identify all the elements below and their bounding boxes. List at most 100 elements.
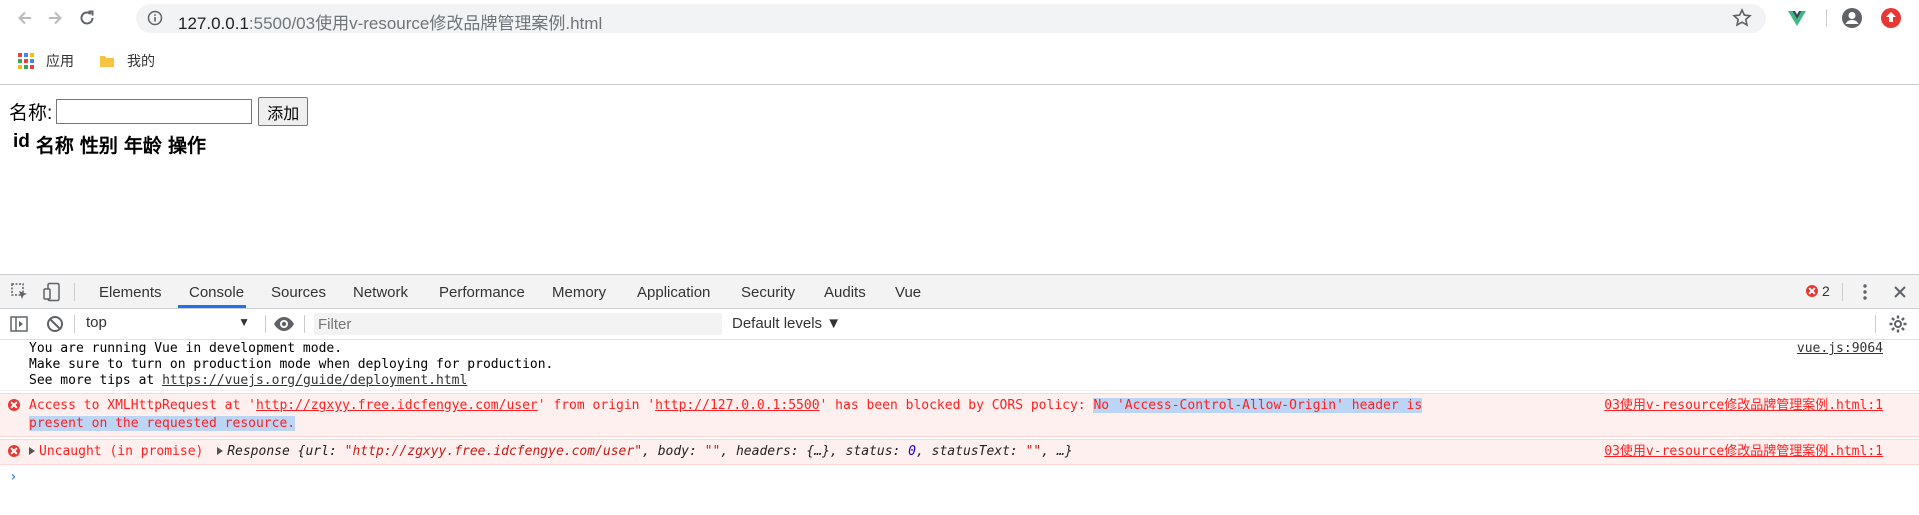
forward-arrow-icon xyxy=(49,11,62,25)
tab-performance[interactable]: Performance xyxy=(439,284,525,301)
tab-elements[interactable]: Elements xyxy=(99,284,162,301)
url-host: 127.0.0.1 xyxy=(178,14,249,33)
context-select[interactable]: top ▼ xyxy=(86,314,250,334)
cors-error-line-2: present on the requested resource. xyxy=(29,415,296,433)
response-status-value: 0 xyxy=(908,444,916,459)
source-link-cors[interactable]: 03使用v-resource修改品牌管理案例.html:1 xyxy=(1604,397,1883,415)
log-line-3: See more tips at https://vuejs.org/guide… xyxy=(29,372,467,390)
cors-text-2: ' from origin ' xyxy=(537,398,656,413)
cors-error-line-1: Access to XMLHttpRequest at 'http://zgxy… xyxy=(29,397,1423,415)
vue-devtools-extension-icon[interactable] xyxy=(1786,7,1808,29)
console-error-uncaught: Uncaught (in promise) Response {url: "ht… xyxy=(0,439,1919,465)
bookmark-apps-label: 应用 xyxy=(46,53,74,69)
info-icon[interactable] xyxy=(147,10,163,26)
live-expression-eye-icon[interactable] xyxy=(273,314,295,334)
forward-button[interactable] xyxy=(44,7,66,29)
console-settings-gear-icon[interactable] xyxy=(1888,314,1908,334)
response-label: Response xyxy=(227,444,298,459)
name-label: 名称: xyxy=(9,103,53,124)
source-link-vue[interactable]: vue.js:9064 xyxy=(1797,340,1883,358)
uncaught-error-line: Uncaught (in promise) Response {url: "ht… xyxy=(29,443,1073,461)
add-button[interactable]: 添加 xyxy=(258,97,309,126)
console-prompt[interactable]: › xyxy=(9,469,1919,485)
filter-input[interactable] xyxy=(314,313,722,335)
add-form: 名称: 添加 xyxy=(9,97,309,126)
response-body-value: "" xyxy=(704,444,721,459)
tab-memory[interactable]: Memory xyxy=(552,284,606,301)
bookmark-folder-mine[interactable]: 我的 xyxy=(99,51,155,71)
inspect-element-icon[interactable] xyxy=(10,282,30,302)
account-avatar-icon[interactable] xyxy=(1841,7,1863,29)
tab-security[interactable]: Security xyxy=(741,284,795,301)
bookmarks-bar: 应用 我的 xyxy=(0,45,1919,79)
log-line-3-prefix: See more tips at xyxy=(29,373,163,388)
cors-selected-text-1: No 'Access-Control-Allow-Origin' header … xyxy=(1093,398,1423,413)
reload-icon xyxy=(80,10,94,25)
more-options-icon[interactable] xyxy=(1855,282,1875,302)
update-icon[interactable] xyxy=(1880,7,1902,29)
error-icon xyxy=(8,445,20,457)
tab-application[interactable]: Application xyxy=(637,284,710,301)
bookmark-star-icon[interactable] xyxy=(1732,8,1752,28)
console-messages: You are running Vue in development mode.… xyxy=(0,340,1919,485)
response-headers: , headers: {…}, status: xyxy=(720,444,909,459)
error-icon xyxy=(8,399,20,411)
context-value: top xyxy=(86,314,107,331)
chevron-down-icon: ▼ xyxy=(238,315,250,329)
address-bar[interactable]: 127.0.0.1:5500/03使用v-resource修改品牌管理案例.ht… xyxy=(136,4,1766,33)
error-icon xyxy=(1806,285,1818,297)
header-gender: 性别 xyxy=(79,136,118,157)
header-actions: 操作 xyxy=(167,136,206,157)
device-toolbar-icon[interactable] xyxy=(42,282,62,302)
response-body-key: , body: xyxy=(642,444,705,459)
header-name: 名称 xyxy=(35,136,74,157)
back-arrow-icon xyxy=(18,11,31,25)
url-text[interactable]: 127.0.0.1:5500/03使用v-resource修改品牌管理案例.ht… xyxy=(178,9,602,34)
tab-audits[interactable]: Audits xyxy=(824,284,866,301)
name-input[interactable] xyxy=(56,99,253,124)
devtools-panel: Elements Console Sources Network Perform… xyxy=(0,274,1919,515)
show-sidebar-icon[interactable] xyxy=(9,314,29,334)
clear-console-icon[interactable] xyxy=(45,314,65,334)
console-error-cors: Access to XMLHttpRequest at 'http://zgxy… xyxy=(0,393,1919,437)
table-header: id 名称 性别 年龄 操作 xyxy=(13,131,206,158)
error-count-value: 2 xyxy=(1822,283,1830,299)
response-close: , …} xyxy=(1041,444,1073,459)
response-object[interactable]: Response {url: "http://zgxyy.free.idcfen… xyxy=(227,444,1072,459)
bookmark-apps[interactable]: 应用 xyxy=(18,51,74,71)
close-devtools-icon[interactable] xyxy=(1890,282,1910,302)
page-content: 名称: 添加 id 名称 性别 年龄 操作 xyxy=(0,85,1919,274)
response-url-value: "http://zgxyy.free.idcfengye.com/user" xyxy=(344,444,643,459)
cors-selected-text-2: present on the requested resource. xyxy=(29,416,296,431)
header-age: 年龄 xyxy=(123,136,162,157)
expand-response-triangle-icon[interactable] xyxy=(217,447,224,455)
console-log-vue-devmode: You are running Vue in development mode.… xyxy=(0,340,1919,391)
error-counter[interactable]: 2 xyxy=(1806,283,1830,299)
browser-toolbar: 127.0.0.1:5500/03使用v-resource修改品牌管理案例.ht… xyxy=(0,0,1919,36)
apps-grid-icon xyxy=(18,53,34,69)
bookmark-folder-label: 我的 xyxy=(127,53,155,69)
active-tab-indicator xyxy=(178,305,246,308)
url-path: :5500/03使用v-resource修改品牌管理案例.html xyxy=(248,14,603,33)
folder-icon xyxy=(100,56,114,67)
cors-text-3: ' has been blocked by CORS policy: xyxy=(819,398,1094,413)
cors-origin-link[interactable]: http://127.0.0.1:5500 xyxy=(655,398,819,413)
devtools-tabbar: Elements Console Sources Network Perform… xyxy=(0,275,1919,309)
tab-sources[interactable]: Sources xyxy=(271,284,326,301)
expand-triangle-icon[interactable] xyxy=(29,447,35,455)
tab-vue[interactable]: Vue xyxy=(895,284,921,301)
reload-button[interactable] xyxy=(76,7,98,29)
source-link-uncaught[interactable]: 03使用v-resource修改品牌管理案例.html:1 xyxy=(1604,443,1883,461)
back-button[interactable] xyxy=(14,7,36,29)
console-toolbar: top ▼ Default levels ▼ xyxy=(0,309,1919,340)
cors-text-1: Access to XMLHttpRequest at ' xyxy=(29,398,256,413)
log-levels-dropdown[interactable]: Default levels ▼ xyxy=(732,315,841,332)
tab-console[interactable]: Console xyxy=(189,284,244,301)
response-statustext-value: "" xyxy=(1025,444,1042,459)
cors-request-url-link[interactable]: http://zgxyy.free.idcfengye.com/user xyxy=(256,398,538,413)
vue-deployment-link[interactable]: https://vuejs.org/guide/deployment.html xyxy=(162,373,467,388)
response-statustext-key: , statusText: xyxy=(916,444,1026,459)
uncaught-label: Uncaught (in promise) xyxy=(39,444,204,459)
tab-network[interactable]: Network xyxy=(353,284,408,301)
response-open: {url: xyxy=(297,444,345,459)
